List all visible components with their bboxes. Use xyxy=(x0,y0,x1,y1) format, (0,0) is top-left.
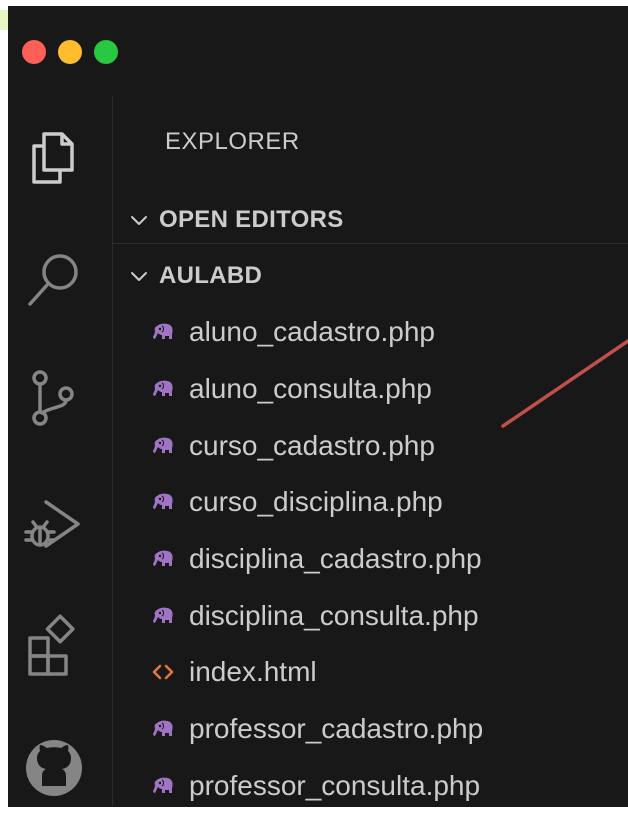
php-elephant-icon xyxy=(151,490,175,514)
file-name: disciplina_consulta.php xyxy=(189,599,479,631)
file-item[interactable]: disciplina_cadastro.php xyxy=(113,531,628,588)
project-folder-header[interactable]: AULABD xyxy=(113,256,628,296)
source-control-icon[interactable] xyxy=(22,366,86,430)
file-item[interactable]: curso_cadastro.php xyxy=(113,417,628,474)
file-item[interactable]: index.html xyxy=(113,644,628,701)
php-elephant-icon xyxy=(151,774,175,798)
file-name: professor_cadastro.php xyxy=(189,713,484,745)
file-name: professor_consulta.php xyxy=(189,769,481,801)
file-name: curso_cadastro.php xyxy=(189,429,435,461)
section-divider xyxy=(113,243,628,244)
explorer-sidebar: EXPLORER OPEN EDITORS AULABD aluno_cadas… xyxy=(113,96,628,807)
open-editors-label: OPEN EDITORS xyxy=(159,206,344,233)
chevron-down-icon xyxy=(131,216,147,225)
php-elephant-icon xyxy=(151,434,175,458)
explorer-title: EXPLORER xyxy=(165,128,300,155)
file-item[interactable]: aluno_cadastro.php xyxy=(113,304,628,361)
vscode-window: EXPLORER OPEN EDITORS AULABD aluno_cadas… xyxy=(8,6,628,807)
search-icon[interactable] xyxy=(22,248,86,312)
file-name: index.html xyxy=(189,656,317,688)
project-folder-label: AULABD xyxy=(159,262,263,289)
title-bar xyxy=(8,6,628,96)
file-item[interactable]: professor_cadastro.php xyxy=(113,701,628,758)
chevron-down-icon xyxy=(131,272,147,281)
file-item[interactable]: disciplina_consulta.php xyxy=(113,587,628,644)
files-icon[interactable] xyxy=(22,126,86,190)
php-elephant-icon xyxy=(151,717,175,741)
run-debug-icon[interactable] xyxy=(22,492,86,556)
file-name: curso_disciplina.php xyxy=(189,486,443,518)
php-elephant-icon xyxy=(151,320,175,344)
extensions-icon[interactable] xyxy=(22,614,86,678)
php-elephant-icon xyxy=(151,377,175,401)
minimize-window-button[interactable] xyxy=(58,40,82,64)
file-name: disciplina_cadastro.php xyxy=(189,543,482,575)
file-tree: aluno_cadastro.php aluno_consulta.php cu… xyxy=(113,304,628,807)
close-window-button[interactable] xyxy=(22,40,46,64)
html-brackets-icon xyxy=(151,660,175,684)
github-icon[interactable] xyxy=(22,736,86,800)
php-elephant-icon xyxy=(151,604,175,628)
file-item[interactable]: curso_disciplina.php xyxy=(113,474,628,531)
php-elephant-icon xyxy=(151,547,175,571)
file-name: aluno_cadastro.php xyxy=(189,316,435,348)
file-item[interactable]: professor_consulta.php xyxy=(113,758,628,808)
maximize-window-button[interactable] xyxy=(94,40,118,64)
activity-bar xyxy=(8,96,113,807)
file-item[interactable]: aluno_consulta.php xyxy=(113,361,628,418)
file-name: aluno_consulta.php xyxy=(189,373,432,405)
open-editors-header[interactable]: OPEN EDITORS xyxy=(113,200,628,240)
